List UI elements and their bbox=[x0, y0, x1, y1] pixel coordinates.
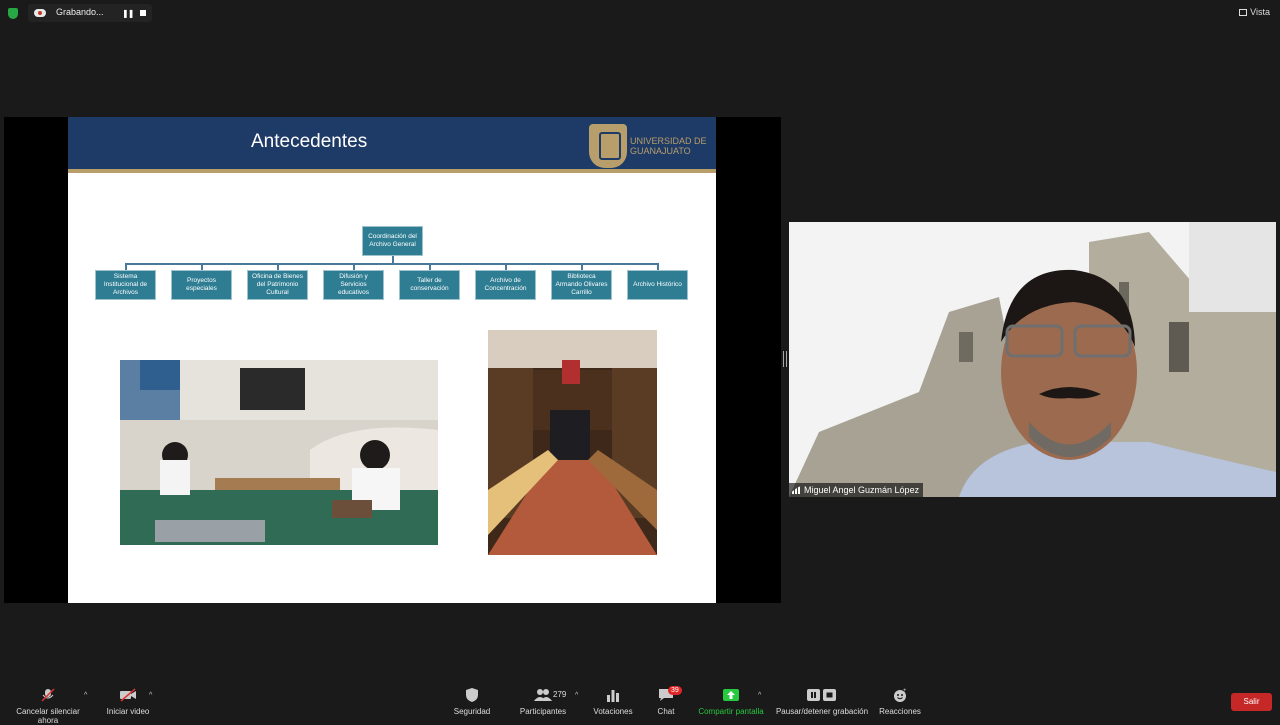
org-chart-connector bbox=[125, 263, 127, 270]
view-button[interactable]: Vista bbox=[1239, 7, 1270, 17]
smiley-icon: + bbox=[879, 688, 921, 702]
reactions-label: Reacciones bbox=[879, 707, 921, 716]
microphone-muted-icon bbox=[6, 688, 90, 702]
start-video-button[interactable]: Iniciar video bbox=[104, 680, 152, 720]
view-label: Vista bbox=[1250, 7, 1270, 17]
share-screen-label: Compartir pantalla bbox=[698, 707, 764, 716]
polls-label: Votaciones bbox=[593, 707, 633, 716]
bar-chart-icon bbox=[591, 688, 635, 702]
mute-button[interactable]: Cancelar silenciar ahora bbox=[6, 680, 90, 725]
panel-resize-handle[interactable] bbox=[783, 351, 787, 367]
org-chart-connector bbox=[277, 263, 279, 270]
leave-button[interactable]: Salir bbox=[1231, 693, 1272, 711]
participants-label: Participantes bbox=[519, 707, 567, 716]
connection-signal-icon bbox=[792, 486, 801, 494]
chat-unread-badge: 39 bbox=[668, 686, 682, 695]
video-off-icon bbox=[104, 688, 152, 702]
pause-stop-recording-button[interactable]: Pausar/detener grabación bbox=[775, 680, 869, 720]
org-chart-box: Oficina de Bienes del Patrimonio Cultura… bbox=[247, 270, 308, 300]
chevron-up-icon[interactable]: ^ bbox=[84, 692, 87, 699]
org-chart-connector bbox=[429, 263, 431, 270]
org-chart-root: Coordinación del Archivo General bbox=[362, 226, 423, 256]
video-label: Iniciar video bbox=[106, 707, 150, 716]
cloud-record-icon bbox=[34, 9, 46, 17]
chat-label: Chat bbox=[657, 707, 675, 716]
org-chart-connector bbox=[353, 263, 355, 270]
pause-stop-recording-label: Pausar/detener grabación bbox=[775, 707, 869, 716]
chevron-up-icon[interactable]: ^ bbox=[758, 692, 761, 699]
org-chart-connector bbox=[581, 263, 583, 270]
stop-icon[interactable] bbox=[140, 10, 146, 16]
chevron-up-icon[interactable]: ^ bbox=[149, 692, 152, 699]
recording-indicator: Grabando... ❚❚ bbox=[28, 4, 152, 22]
university-logo-text: UNIVERSIDAD DE GUANAJUATO bbox=[630, 136, 707, 156]
participants-button[interactable]: Participantes bbox=[518, 680, 568, 720]
share-screen-button[interactable]: Compartir pantalla bbox=[697, 680, 765, 720]
org-chart-connector bbox=[125, 263, 659, 265]
mute-label: Cancelar silenciar ahora bbox=[16, 707, 80, 725]
conservation-lab-photo bbox=[120, 360, 438, 545]
org-chart-connector bbox=[505, 263, 507, 270]
shared-screen: Antecedentes UNIVERSIDAD DE GUANAJUATO C… bbox=[4, 117, 781, 603]
svg-text:+: + bbox=[903, 688, 907, 694]
university-seal-logo bbox=[589, 124, 627, 168]
recording-label: Grabando... bbox=[56, 7, 104, 17]
org-chart-box: Difusión y Servicios educativos bbox=[323, 270, 384, 300]
speaker-video: Miguel Angel Guzmán López bbox=[789, 222, 1276, 497]
slide-title: Antecedentes bbox=[251, 131, 368, 152]
org-chart-connector bbox=[201, 263, 203, 270]
chevron-up-icon[interactable]: ^ bbox=[575, 692, 578, 699]
security-button[interactable]: Seguridad bbox=[451, 680, 493, 720]
slide-header: Antecedentes UNIVERSIDAD DE GUANAJUATO bbox=[68, 117, 716, 173]
pause-stop-icon bbox=[775, 688, 869, 702]
security-label: Seguridad bbox=[453, 707, 491, 716]
top-bar: Grabando... ❚❚ Vista bbox=[0, 0, 1280, 26]
org-chart-box: Taller de conservación bbox=[399, 270, 460, 300]
shield-icon bbox=[451, 688, 493, 702]
meeting-toolbar: Cancelar silenciar ahora ^ Iniciar video… bbox=[0, 680, 1280, 725]
org-chart-box: Biblioteca Armando Olivares Carrillo bbox=[551, 270, 612, 300]
org-chart-box: Sistema Institucional de Archivos bbox=[95, 270, 156, 300]
org-chart-box: Proyectos especiales bbox=[171, 270, 232, 300]
participants-count: 279 bbox=[553, 690, 567, 699]
polls-button[interactable]: Votaciones bbox=[591, 680, 635, 720]
share-screen-icon bbox=[697, 688, 765, 702]
grid-icon bbox=[1239, 9, 1248, 16]
participant-name-tag: Miguel Angel Guzmán López bbox=[789, 483, 924, 497]
org-chart-box: Archivo Histórico bbox=[627, 270, 688, 300]
participant-name: Miguel Angel Guzmán López bbox=[804, 485, 920, 495]
org-chart-connector bbox=[657, 263, 659, 270]
library-photo bbox=[488, 330, 657, 555]
security-shield-icon[interactable] bbox=[8, 8, 18, 19]
pause-icon[interactable]: ❚❚ bbox=[122, 9, 134, 18]
presentation-slide: Antecedentes UNIVERSIDAD DE GUANAJUATO C… bbox=[68, 117, 716, 603]
org-chart-box: Archivo de Concentración bbox=[475, 270, 536, 300]
reactions-button[interactable]: + Reacciones bbox=[879, 680, 921, 720]
